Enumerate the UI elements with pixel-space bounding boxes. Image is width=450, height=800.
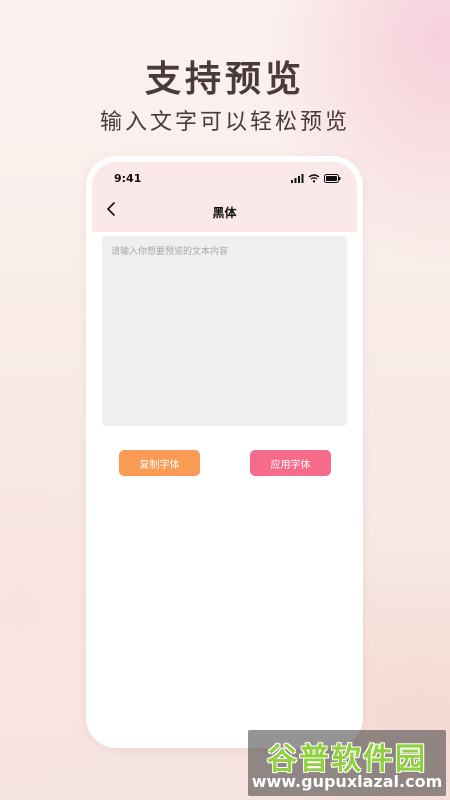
promo-subline: 输入文字可以轻松预览 [99, 110, 350, 135]
preview-text-input[interactable] [102, 236, 347, 426]
watermark-url: www.gupuxlazal.com [251, 772, 443, 791]
phone-frame: 9:41 黑体 复制字 [86, 156, 363, 748]
battery-icon [324, 174, 341, 183]
page-title: 黑体 [212, 206, 237, 220]
signal-icon [291, 174, 304, 183]
apply-font-button[interactable]: 应用字体 [250, 450, 331, 476]
promo-headline: 支持预览 [144, 59, 305, 100]
wifi-icon [308, 174, 320, 183]
status-icons [291, 174, 341, 183]
copy-font-button[interactable]: 复制字体 [119, 450, 200, 476]
app-header: 9:41 黑体 [92, 162, 357, 232]
status-time: 9:41 [114, 172, 142, 185]
site-watermark: 谷普软件园 www.gupuxlazal.com [248, 730, 446, 796]
